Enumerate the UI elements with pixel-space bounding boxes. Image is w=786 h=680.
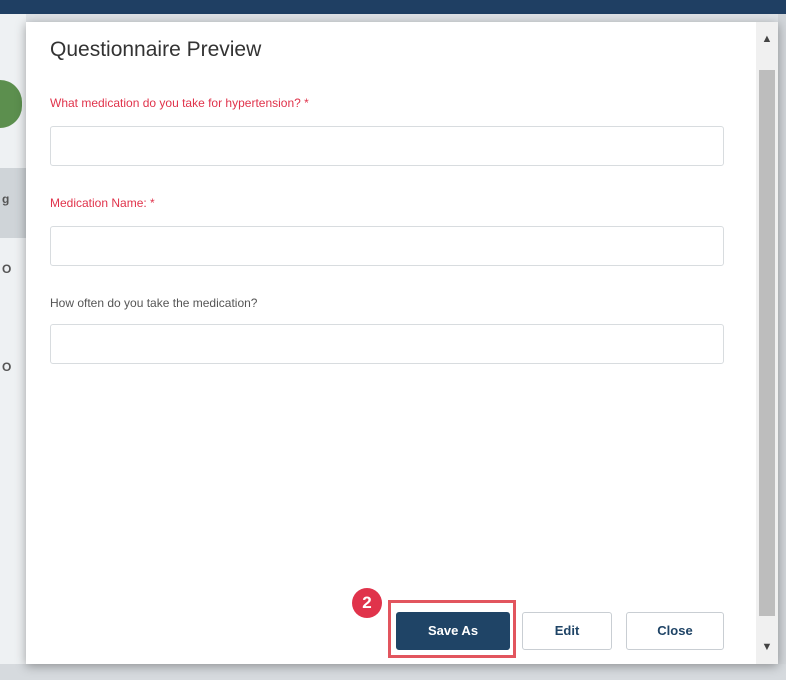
modal-title: Questionnaire Preview — [50, 38, 262, 61]
question-label-hypertension-medication: What medication do you take for hyperten… — [50, 96, 309, 110]
triangle-down-icon[interactable]: ▼ — [756, 636, 778, 658]
background-right-edge — [778, 14, 786, 680]
question-label-medication-name: Medication Name: * — [50, 196, 155, 210]
background-text-fragment: g — [2, 192, 10, 206]
close-button[interactable]: Close — [626, 612, 724, 650]
medication-frequency-input[interactable] — [50, 324, 724, 364]
medication-name-input[interactable] — [50, 226, 724, 266]
background-text-fragment: O — [2, 262, 12, 276]
step-number-badge: 2 — [352, 588, 382, 618]
scrollbar-thumb[interactable] — [759, 70, 775, 616]
background-text-fragment: O — [2, 360, 12, 374]
background-top-bar — [0, 0, 786, 14]
question-label-medication-frequency: How often do you take the medication? — [50, 296, 258, 310]
save-as-button[interactable]: Save As — [396, 612, 510, 650]
edit-button[interactable]: Edit — [522, 612, 612, 650]
modal-scrollbar[interactable]: ▲ ▼ — [756, 22, 778, 664]
triangle-up-icon[interactable]: ▲ — [756, 28, 778, 50]
questionnaire-preview-modal: Questionnaire Preview What medication do… — [26, 22, 778, 664]
hypertension-medication-input[interactable] — [50, 126, 724, 166]
background-bottom-edge — [0, 664, 786, 680]
